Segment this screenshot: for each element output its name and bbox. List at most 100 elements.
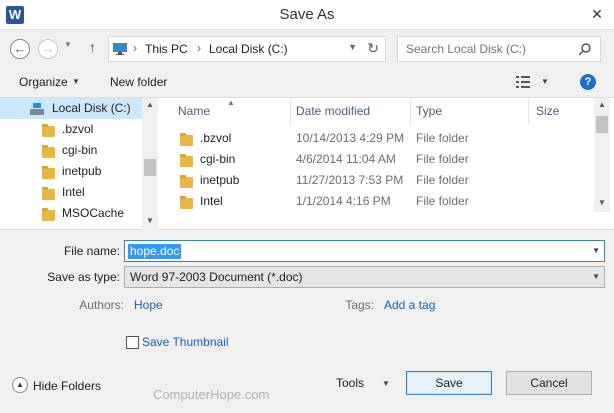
address-chevron-down-icon[interactable]: ▼ <box>348 42 357 52</box>
table-row[interactable]: Intel 1/1/2014 4:16 PM File folder <box>166 191 586 212</box>
tree-item-cgi-bin[interactable]: cgi-bin <box>0 140 142 161</box>
row-name: cgi-bin <box>200 152 236 166</box>
scroll-up-icon[interactable]: ▲ <box>142 100 158 109</box>
file-browser: Local Disk (C:) .bzvol cgi-bin inetpub I… <box>0 98 614 230</box>
scroll-up-icon[interactable]: ▲ <box>594 100 610 109</box>
tree-item-msocache[interactable]: MSOCache <box>0 203 142 224</box>
save-as-type-value: Word 97-2003 Document (*.doc) <box>130 270 303 284</box>
file-list: ▲ Name Date modified Type Size .bzvol 10… <box>166 98 614 230</box>
scrollbar-thumb[interactable] <box>144 159 156 176</box>
drive-icon <box>30 103 44 115</box>
folder-icon <box>180 196 193 209</box>
row-date: 1/1/2014 4:16 PM <box>296 194 391 208</box>
row-type: File folder <box>416 194 469 208</box>
pc-icon <box>113 43 127 55</box>
address-bar[interactable]: › This PC › Local Disk (C:) ▼ ↻ <box>108 36 386 62</box>
folder-icon <box>42 166 55 179</box>
save-as-type-label: Save as type: <box>47 270 120 284</box>
tree-item-label: MSOCache <box>62 206 125 220</box>
row-type: File folder <box>416 152 469 166</box>
close-icon[interactable]: ✕ <box>586 4 608 24</box>
authors-field[interactable]: Hope <box>134 298 163 312</box>
table-row[interactable]: .bzvol 10/14/2013 4:29 PM File folder <box>166 128 586 149</box>
tree-item-bzvol[interactable]: .bzvol <box>0 119 142 140</box>
file-name-value: hope.doc <box>128 244 182 259</box>
row-name: inetpub <box>200 173 240 187</box>
column-header-type[interactable]: Type <box>416 104 442 118</box>
save-thumbnail-label[interactable]: Save Thumbnail <box>142 335 229 349</box>
row-type: File folder <box>416 173 469 187</box>
folder-icon <box>180 154 193 167</box>
file-name-field[interactable]: hope.doc ▼ <box>124 240 605 262</box>
file-list-scrollbar[interactable]: ▲ ▼ <box>594 98 610 212</box>
folder-icon <box>180 175 193 188</box>
tools-button[interactable]: Tools <box>336 376 364 390</box>
column-divider[interactable] <box>410 98 411 124</box>
view-options-icon[interactable] <box>516 76 530 88</box>
cancel-button[interactable]: Cancel <box>506 371 592 395</box>
chevron-up-icon[interactable]: ▲ <box>12 377 28 393</box>
table-row[interactable]: cgi-bin 4/6/2014 11:04 AM File folder <box>166 149 586 170</box>
search-input[interactable]: Search Local Disk (C:) <box>406 42 526 56</box>
folder-icon <box>42 124 55 137</box>
recent-locations-chevron-icon[interactable]: ▼ <box>64 40 72 49</box>
row-name: .bzvol <box>200 131 232 145</box>
file-name-chevron-down-icon[interactable]: ▼ <box>592 246 600 255</box>
tree-item-inetpub[interactable]: inetpub <box>0 161 142 182</box>
watermark: ComputerHope.com <box>153 387 270 402</box>
breadcrumb-this-pc[interactable]: This PC <box>145 42 188 56</box>
scroll-down-icon[interactable]: ▼ <box>142 216 158 225</box>
row-name: Intel <box>200 194 223 208</box>
tags-field[interactable]: Add a tag <box>384 298 435 312</box>
tools-chevron-down-icon[interactable]: ▼ <box>382 379 390 388</box>
column-header-name[interactable]: Name <box>178 104 210 118</box>
search-box[interactable]: Search Local Disk (C:) <box>397 36 601 62</box>
tree-item-label: .bzvol <box>62 122 94 136</box>
column-divider[interactable] <box>528 98 529 124</box>
breadcrumb-separator-icon: › <box>133 41 137 55</box>
search-icon[interactable] <box>578 42 592 56</box>
breadcrumb-local-disk[interactable]: Local Disk (C:) <box>209 42 288 56</box>
title-bar: W Save As ✕ <box>0 0 614 30</box>
scroll-down-icon[interactable]: ▼ <box>594 198 610 207</box>
organize-chevron-down-icon[interactable]: ▼ <box>72 77 80 86</box>
help-icon[interactable]: ? <box>580 74 596 90</box>
table-row[interactable]: inetpub 11/27/2013 7:53 PM File folder <box>166 170 586 191</box>
navigation-pane: Local Disk (C:) .bzvol cgi-bin inetpub I… <box>0 98 158 230</box>
save-thumbnail-checkbox[interactable] <box>126 336 139 349</box>
tree-item-label: Local Disk (C:) <box>52 101 131 115</box>
tags-label: Tags: <box>345 298 374 312</box>
save-options: File name: hope.doc ▼ Save as type: Word… <box>0 230 614 413</box>
folder-icon <box>180 133 193 146</box>
tree-item-label: Intel <box>62 185 85 199</box>
row-date: 11/27/2013 7:53 PM <box>296 173 404 187</box>
row-date: 4/6/2014 11:04 AM <box>296 152 396 166</box>
forward-arrow-icon[interactable]: → <box>38 39 58 59</box>
command-toolbar: Organize ▼ New folder ▼ ? <box>0 68 614 98</box>
new-folder-button[interactable]: New folder <box>110 75 167 89</box>
save-button[interactable]: Save <box>406 371 492 395</box>
tree-item-label: inetpub <box>62 164 102 178</box>
tree-item-local-disk[interactable]: Local Disk (C:) <box>0 98 142 119</box>
up-arrow-icon[interactable]: ↑ <box>89 39 96 55</box>
save-as-type-chevron-down-icon[interactable]: ▼ <box>592 272 600 281</box>
save-as-type-select[interactable]: Word 97-2003 Document (*.doc) ▼ <box>124 266 605 288</box>
tree-item-label: cgi-bin <box>62 143 98 157</box>
column-divider[interactable] <box>290 98 291 124</box>
authors-label: Authors: <box>79 298 124 312</box>
navigation-bar: ← → ▼ ↑ › This PC › Local Disk (C:) ▼ ↻ … <box>0 30 614 68</box>
refresh-icon[interactable]: ↻ <box>367 40 379 57</box>
navigation-pane-scrollbar[interactable]: ▲ ▼ <box>142 98 158 230</box>
column-header-date-modified[interactable]: Date modified <box>296 104 370 118</box>
column-header-size[interactable]: Size <box>536 104 559 118</box>
window-title: Save As <box>279 6 335 23</box>
tree-item-intel[interactable]: Intel <box>0 182 142 203</box>
view-chevron-down-icon[interactable]: ▼ <box>541 77 549 86</box>
folder-icon <box>42 187 55 200</box>
hide-folders-button[interactable]: Hide Folders <box>33 379 101 393</box>
scrollbar-thumb[interactable] <box>596 116 608 133</box>
back-arrow-icon[interactable]: ← <box>10 39 30 59</box>
row-type: File folder <box>416 131 469 145</box>
breadcrumb-separator-icon: › <box>197 41 201 55</box>
organize-button[interactable]: Organize <box>19 75 68 89</box>
